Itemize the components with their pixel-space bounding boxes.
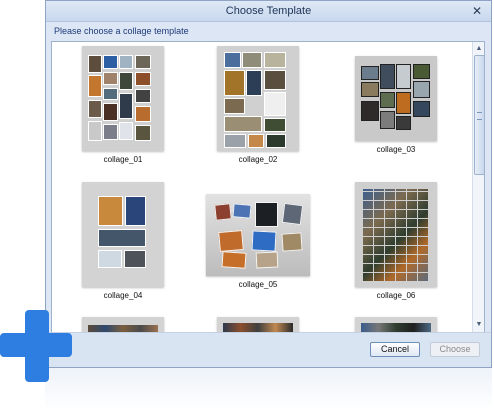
template-caption: collage_01	[103, 155, 143, 164]
button-bar: Cancel Choose	[46, 332, 491, 367]
template-collage-04[interactable]: collage_04	[75, 182, 171, 300]
prompt-text: Please choose a collage template	[54, 26, 189, 36]
template-collage-08[interactable]	[210, 317, 306, 332]
close-button[interactable]: ✕	[469, 3, 485, 19]
scroll-down-icon[interactable]: ▼	[474, 320, 484, 330]
thumbnail-collage-06	[355, 182, 437, 287]
thumbnail-collage-08	[217, 317, 299, 332]
template-collage-05[interactable]: collage_05	[206, 194, 310, 289]
scroll-up-icon[interactable]: ▲	[474, 44, 484, 54]
template-caption: collage_02	[238, 155, 278, 164]
thumbnail-collage-02	[217, 46, 299, 151]
vertical-scrollbar[interactable]: ▲ ▼	[472, 42, 484, 332]
template-collage-02[interactable]: collage_02	[210, 46, 306, 164]
grip-icon	[477, 112, 482, 120]
scroll-thumb[interactable]	[474, 55, 484, 175]
title-bar[interactable]: Choose Template ✕	[46, 1, 491, 22]
template-list: collage_01 collage_02 collage_03 collage…	[51, 41, 485, 333]
template-caption: collage_04	[103, 291, 143, 300]
choose-template-dialog: Choose Template ✕ Please choose a collag…	[45, 0, 492, 368]
dialog-title: Choose Template	[225, 5, 312, 17]
template-collage-03[interactable]: collage_03	[348, 56, 444, 154]
thumbnail-collage-01	[82, 46, 164, 151]
thumbnail-collage-09	[355, 317, 437, 332]
thumbnail-collage-04	[82, 182, 164, 287]
thumbnail-collage-05	[206, 194, 310, 276]
cancel-button[interactable]: Cancel	[370, 342, 420, 357]
template-collage-01[interactable]: collage_01	[75, 46, 171, 164]
thumbnail-collage-03	[355, 56, 437, 141]
thumbnail-collage-07	[82, 317, 164, 332]
template-caption: collage_03	[376, 145, 416, 154]
dialog-reflection	[45, 368, 492, 411]
template-collage-09[interactable]	[348, 317, 444, 332]
plus-icon-vertical	[25, 310, 49, 382]
template-caption: collage_05	[238, 280, 278, 289]
template-collage-07[interactable]	[75, 317, 171, 332]
template-caption: collage_06	[376, 291, 416, 300]
choose-button[interactable]: Choose	[430, 342, 480, 357]
template-collage-06[interactable]: collage_06	[348, 182, 444, 300]
